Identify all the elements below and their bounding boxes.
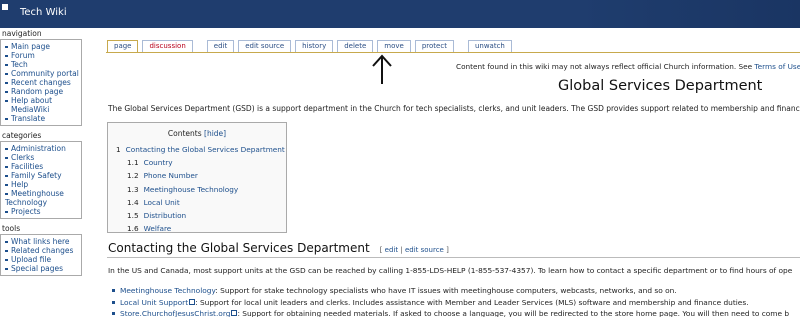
sidebar-item-related-changes[interactable]: Related changes <box>5 246 79 255</box>
categories-title: categories <box>2 131 42 140</box>
list-item: Store.ChurchofJesusChrist.org : Support f… <box>112 308 789 317</box>
list-item: Local Unit Support : Support for local un… <box>112 297 789 309</box>
toc-item[interactable]: 1.4 Local Unit <box>116 196 285 209</box>
toc-title-label: Contents <box>167 129 202 138</box>
toc-item-label[interactable]: Country <box>144 158 173 167</box>
sidebar-item-meetinghouse-cont[interactable]: Technology <box>5 198 79 207</box>
tab-protect[interactable]: protect <box>414 40 454 52</box>
toc-item[interactable]: 1.1 Country <box>116 156 285 169</box>
content-top-border <box>106 52 800 53</box>
tab-edit-source[interactable]: edit source <box>238 40 292 52</box>
top-bar: Tech Wiki <box>0 0 800 28</box>
page-title: Global Services Department <box>558 78 763 94</box>
wiki-title[interactable]: Tech Wiki <box>20 7 67 18</box>
toc-item-label[interactable]: Phone Number <box>144 171 198 180</box>
sidebar-item-community-portal[interactable]: Community portal <box>5 69 79 78</box>
toc-item-number: 1.2 <box>127 171 139 181</box>
toc-item-label[interactable]: Contacting the Global Services Departmen… <box>126 145 285 154</box>
section-heading-title: Contacting the Global Services Departmen… <box>108 241 370 255</box>
section-divider <box>107 257 800 258</box>
site-notice-text: Content found in this wiki may not alway… <box>456 62 755 71</box>
list-item: Meetinghouse Technology: Support for sta… <box>112 285 789 297</box>
sidebar-item-facilities[interactable]: Facilities <box>5 162 79 171</box>
up-arrow-icon <box>372 54 392 84</box>
list-item-text: : Support for local unit leaders and cle… <box>195 297 749 307</box>
tab-edit[interactable]: edit <box>206 40 235 52</box>
toc-item-label[interactable]: Local Unit <box>144 198 180 207</box>
list-item-text: : Support for obtaining needed materials… <box>237 309 790 317</box>
section-edit-source-link[interactable]: edit source <box>405 246 444 254</box>
toc-item[interactable]: 1.6 Welfare <box>116 222 285 235</box>
sidebar-item-main-page[interactable]: Main page <box>5 42 79 51</box>
sidebar-item-random-page[interactable]: Random page <box>5 87 79 96</box>
sidebar-item-upload-file[interactable]: Upload file <box>5 255 79 264</box>
sidebar-item-what-links-here[interactable]: What links here <box>5 237 79 246</box>
sidebar-item-recent-changes[interactable]: Recent changes <box>5 78 79 87</box>
toc-item-number: 1.6 <box>127 224 139 234</box>
toc-item-label[interactable]: Meetinghouse Technology <box>144 185 239 194</box>
meetinghouse-technology-link[interactable]: Meetinghouse Technology <box>120 286 215 295</box>
toc-item-label[interactable]: Distribution <box>144 211 187 220</box>
tab-page[interactable]: page <box>107 40 139 52</box>
list-item-text: : Support for stake technology specialis… <box>215 286 677 295</box>
toc-list: 1 Contacting the Global Services Departme… <box>116 143 285 235</box>
toc-item-number: 1.5 <box>127 211 139 221</box>
sidebar-item-help[interactable]: Help <box>5 180 79 189</box>
section-edit-link[interactable]: edit <box>385 246 398 254</box>
store-link[interactable]: Store.ChurchofJesusChrist.org <box>120 309 230 317</box>
sidebar-item-meetinghouse[interactable]: Meetinghouse <box>5 189 79 198</box>
intro-paragraph: The Global Services Department (GSD) is … <box>108 104 800 113</box>
sidebar-item-tech[interactable]: Tech <box>5 60 79 69</box>
sidebar-item-administration[interactable]: Administration <box>5 144 79 153</box>
tab-move[interactable]: move <box>377 40 411 52</box>
tab-delete[interactable]: delete <box>337 40 374 52</box>
toc-title: Contents [hide] <box>108 129 286 138</box>
toc-item-number: 1.3 <box>127 184 139 194</box>
toc-item-number: 1.4 <box>127 197 139 207</box>
top-bar-fade <box>580 0 800 28</box>
tools-title: tools <box>2 224 21 233</box>
toc-item[interactable]: 1 Contacting the Global Services Departme… <box>116 143 285 156</box>
sidebar-item-special-pages[interactable]: Special pages <box>5 264 79 273</box>
navigation-portlet: Main page Forum Tech Community portal Re… <box>0 39 82 126</box>
section-heading: Contacting the Global Services Departmen… <box>108 241 449 255</box>
toc-item-number: 1.1 <box>127 158 139 168</box>
toc-item-number: 1 <box>116 145 121 154</box>
section-edit-sep: | <box>398 246 405 254</box>
wiki-logo-icon <box>2 4 8 10</box>
table-of-contents: Contents [hide] 1 Contacting the Global S… <box>107 122 287 233</box>
sidebar-item-projects[interactable]: Projects <box>5 207 79 216</box>
sidebar-item-forum[interactable]: Forum <box>5 51 79 60</box>
sidebar-item-translate[interactable]: Translate <box>5 114 79 123</box>
tab-unwatch[interactable]: unwatch <box>467 40 512 52</box>
tab-discussion[interactable]: discussion <box>142 40 193 52</box>
section-paragraph: In the US and Canada, most support units… <box>108 266 793 275</box>
categories-portlet: Administration Clerks Facilities Family … <box>0 141 82 219</box>
sidebar-item-clerks[interactable]: Clerks <box>5 153 79 162</box>
toc-item[interactable]: 1.3 Meetinghouse Technology <box>116 183 285 196</box>
toc-item[interactable]: 1.2 Phone Number <box>116 169 285 182</box>
sidebar-item-help-about[interactable]: Help about <box>5 96 79 105</box>
toc-item-label[interactable]: Welfare <box>144 224 172 233</box>
site-notice: Content found in this wiki may not alway… <box>456 62 800 71</box>
toc-hide-link[interactable]: [hide] <box>204 129 226 138</box>
local-unit-support-link[interactable]: Local Unit Support <box>120 298 188 307</box>
tab-history[interactable]: history <box>295 40 334 52</box>
section-edit-links: [ edit | edit source ] <box>380 246 449 254</box>
support-list: Meetinghouse Technology: Support for sta… <box>112 285 789 317</box>
sidebar-item-help-about-cont[interactable]: MediaWiki <box>5 105 79 114</box>
tools-portlet: What links here Related changes Upload f… <box>0 234 82 276</box>
navigation-title: navigation <box>2 29 42 38</box>
section-edit-close: ] <box>443 246 449 254</box>
terms-of-use-link[interactable]: Terms of Use fo <box>754 62 800 71</box>
sidebar: navigation Main page Forum Tech Communit… <box>0 29 82 276</box>
sidebar-item-family-safety[interactable]: Family Safety <box>5 171 79 180</box>
toc-item[interactable]: 1.5 Distribution <box>116 209 285 222</box>
